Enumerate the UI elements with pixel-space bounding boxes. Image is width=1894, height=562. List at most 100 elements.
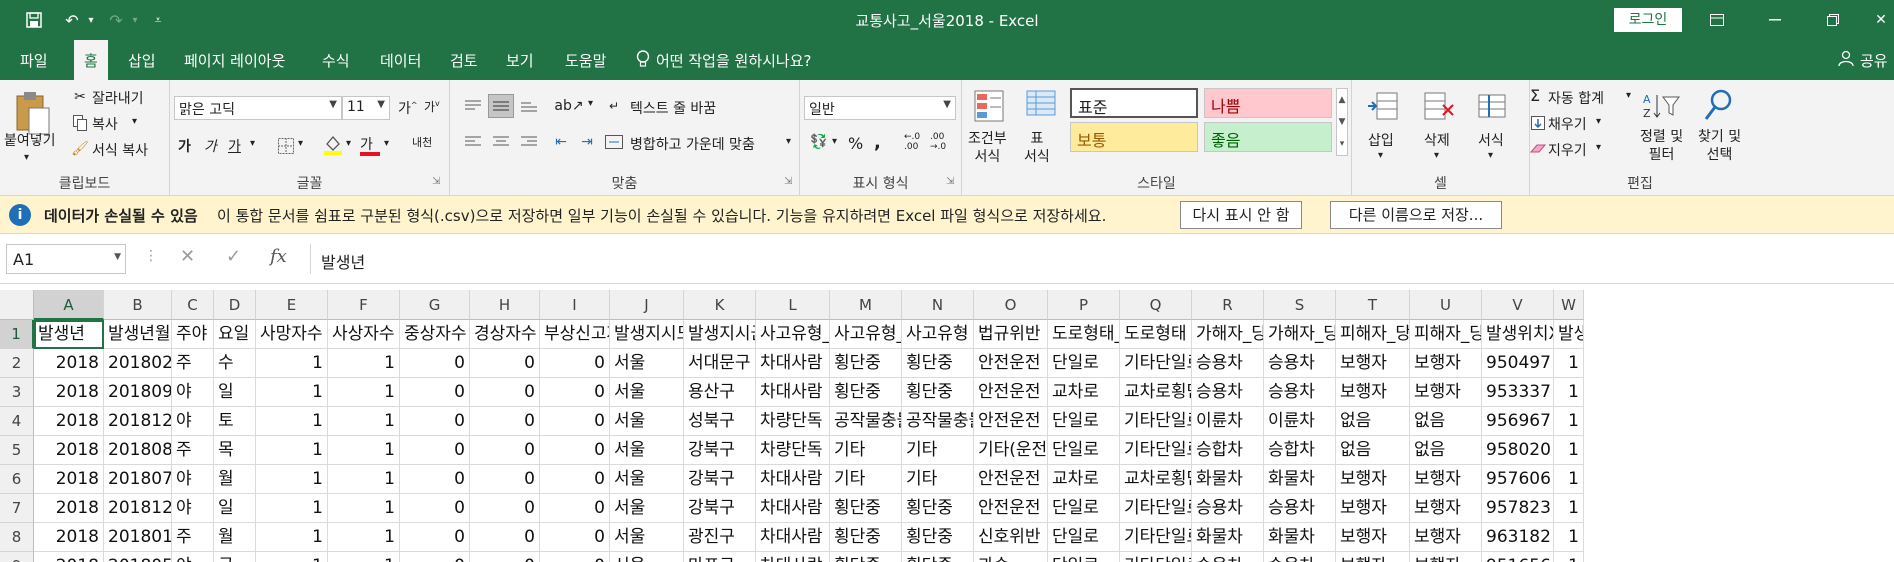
select-all-button[interactable]: [0, 290, 34, 320]
column-header[interactable]: Q: [1120, 290, 1192, 320]
table-cell[interactable]: 교차로횡단: [1120, 378, 1192, 407]
font-color-button[interactable]: 가: [360, 134, 380, 156]
table-cell[interactable]: 1: [1554, 349, 1584, 378]
style-bad[interactable]: 나쁨: [1204, 88, 1332, 118]
table-cell[interactable]: 20180214: [104, 349, 172, 378]
clear-dropdown-icon[interactable]: ▾: [1596, 142, 1601, 153]
table-cell[interactable]: 횡단중: [902, 552, 974, 562]
style-normal[interactable]: 표준: [1070, 88, 1198, 118]
table-cell[interactable]: 승용차: [1264, 552, 1336, 562]
decrease-indent-icon[interactable]: ⇤: [550, 132, 572, 152]
table-cell[interactable]: 2018: [34, 523, 104, 552]
table-cell[interactable]: 1: [328, 552, 400, 562]
table-cell[interactable]: 야: [172, 465, 214, 494]
table-cell[interactable]: 953337: [1482, 378, 1554, 407]
table-cell[interactable]: 0: [470, 407, 540, 436]
table-cell[interactable]: 교차로: [1048, 378, 1120, 407]
decrease-font-icon[interactable]: 가v: [424, 98, 440, 115]
header-cell[interactable]: 도로형태_대: [1048, 320, 1120, 349]
fill-dropdown-icon[interactable]: ▾: [1596, 116, 1601, 127]
table-cell[interactable]: 공작물충돌: [830, 407, 902, 436]
table-cell[interactable]: 0: [400, 349, 470, 378]
column-header[interactable]: N: [902, 290, 974, 320]
tab-file[interactable]: 파일: [20, 50, 48, 71]
table-cell[interactable]: 안전운전 의: [974, 378, 1048, 407]
cut-button[interactable]: 잘라내기: [92, 88, 144, 108]
table-cell[interactable]: 보행자: [1410, 378, 1482, 407]
table-cell[interactable]: 기타단일로: [1120, 494, 1192, 523]
column-header[interactable]: R: [1192, 290, 1264, 320]
tab-view[interactable]: 보기: [506, 50, 534, 71]
table-cell[interactable]: 서울: [610, 349, 684, 378]
table-cell[interactable]: 없음: [1410, 436, 1482, 465]
table-cell[interactable]: 없음: [1410, 407, 1482, 436]
table-cell[interactable]: 교차로횡단: [1120, 465, 1192, 494]
column-header[interactable]: D: [214, 290, 256, 320]
header-cell[interactable]: 사망자수: [256, 320, 328, 349]
find-select-button[interactable]: 찾기 및 선택: [1698, 128, 1741, 164]
table-cell[interactable]: 보행자: [1336, 523, 1410, 552]
table-cell[interactable]: 화물차: [1264, 523, 1336, 552]
column-header[interactable]: F: [328, 290, 400, 320]
header-cell[interactable]: 발생: [1554, 320, 1584, 349]
insert-function-icon[interactable]: fx: [270, 246, 287, 267]
column-header[interactable]: W: [1554, 290, 1584, 320]
table-cell[interactable]: 0: [470, 494, 540, 523]
table-cell[interactable]: 기타단일로: [1120, 436, 1192, 465]
table-cell[interactable]: 기타(운전자: [974, 436, 1048, 465]
header-cell[interactable]: 가해자_당: [1264, 320, 1336, 349]
minimize-icon[interactable]: [1752, 0, 1798, 40]
table-cell[interactable]: 차대사람: [756, 349, 830, 378]
header-cell[interactable]: 도로형태: [1120, 320, 1192, 349]
table-cell[interactable]: 1: [1554, 436, 1584, 465]
table-cell[interactable]: 2018: [34, 378, 104, 407]
increase-font-icon[interactable]: 가^: [398, 98, 418, 118]
styles-scroll-icon[interactable]: ▲ ▼ ▾: [1336, 88, 1348, 156]
table-cell[interactable]: 1: [328, 465, 400, 494]
table-cell[interactable]: 963182: [1482, 523, 1554, 552]
table-cell[interactable]: 0: [540, 494, 610, 523]
conditional-formatting-button[interactable]: 조건부 서식: [968, 130, 1007, 166]
table-cell[interactable]: 차량단독: [756, 436, 830, 465]
table-cell[interactable]: 과속: [974, 552, 1048, 562]
font-size-combo[interactable]: 11 ▼: [342, 96, 390, 120]
align-top-icon[interactable]: [462, 96, 484, 116]
table-cell[interactable]: 보행자: [1410, 465, 1482, 494]
column-header[interactable]: J: [610, 290, 684, 320]
font-name-combo[interactable]: 맑은 고딕 ▼: [174, 96, 342, 120]
table-cell[interactable]: 신호위반: [974, 523, 1048, 552]
fill-color-dropdown-icon[interactable]: ▾: [346, 138, 351, 149]
table-cell[interactable]: 2018: [34, 552, 104, 562]
table-cell[interactable]: 횡단중: [830, 494, 902, 523]
table-cell[interactable]: 안전운전 의: [974, 494, 1048, 523]
table-cell[interactable]: 주: [172, 523, 214, 552]
share-button[interactable]: 공유: [1860, 50, 1888, 71]
format-cells-button[interactable]: 서식: [1478, 130, 1504, 150]
increase-indent-icon[interactable]: ⇥: [576, 132, 598, 152]
table-cell[interactable]: 958020: [1482, 436, 1554, 465]
table-cell[interactable]: 0: [470, 552, 540, 562]
table-cell[interactable]: 차대사람: [756, 552, 830, 562]
table-cell[interactable]: 횡단중: [830, 523, 902, 552]
table-cell[interactable]: 승용차: [1264, 494, 1336, 523]
table-cell[interactable]: 기타: [902, 436, 974, 465]
row-header[interactable]: 2: [0, 349, 34, 378]
paste-dropdown-icon[interactable]: ▾: [24, 152, 29, 163]
merge-dropdown-icon[interactable]: ▾: [786, 136, 791, 147]
format-painter-icon[interactable]: 🖌: [71, 140, 89, 158]
table-cell[interactable]: 강북구: [684, 465, 756, 494]
number-dialog-launcher-icon[interactable]: ⇲: [946, 176, 954, 187]
table-cell[interactable]: 보행자: [1336, 465, 1410, 494]
table-cell[interactable]: 기타단일로: [1120, 552, 1192, 562]
table-cell[interactable]: 서울: [610, 523, 684, 552]
underline-dropdown-icon[interactable]: ▾: [250, 138, 255, 149]
table-cell[interactable]: 20181230: [104, 494, 172, 523]
table-cell[interactable]: 1: [256, 349, 328, 378]
dont-show-again-button[interactable]: 다시 표시 안 함: [1180, 201, 1302, 229]
table-cell[interactable]: 이륜차: [1264, 407, 1336, 436]
tab-help[interactable]: 도움말: [565, 50, 606, 71]
tab-review[interactable]: 검토: [450, 50, 478, 71]
table-cell[interactable]: 횡단중: [902, 349, 974, 378]
accounting-format-icon[interactable]: 💱: [806, 132, 832, 152]
copy-button[interactable]: 복사: [92, 114, 118, 134]
